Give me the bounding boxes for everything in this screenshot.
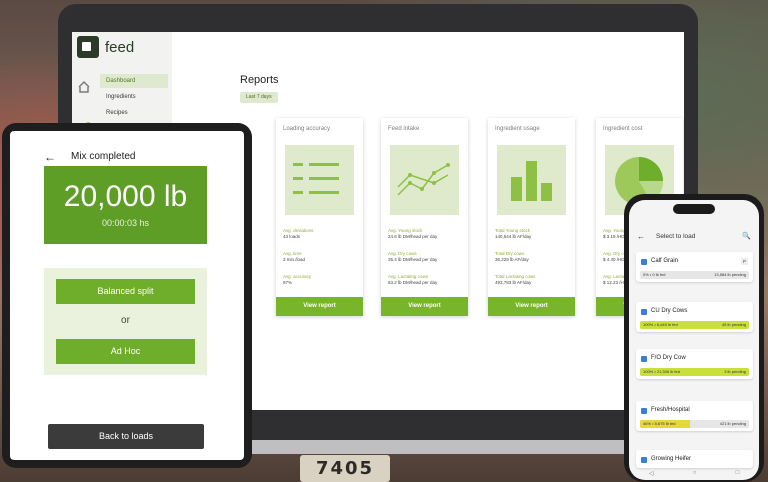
nav-item-recipes[interactable]: Recipes xyxy=(100,106,168,120)
load-item[interactable]: Calf Grain P 0% • 0 lb fed 13,584 lb pen… xyxy=(636,252,753,282)
tablet: ← Mix completed 20,000 lb 00:00:03 hs Ba… xyxy=(2,123,252,468)
fed-amount: 100% • 21,306 lb fed xyxy=(643,369,680,374)
nav-list: Dashboard Ingredients Recipes xyxy=(100,74,168,122)
phone-screen: ← Select to load 🔍 Calf Grain P 0% • 0 l… xyxy=(629,200,759,480)
report-card-feed-intake: Feed intake Avg. Young stock 24.6 lb DM/h… xyxy=(381,118,468,316)
load-name: Calf Grain xyxy=(651,258,679,264)
load-item[interactable]: Fresh/Hospital 46% • 5,675 lb fed 421 lb… xyxy=(636,401,753,431)
report-card-loading-accuracy: Loading accuracy Avg. deviations 43 loads… xyxy=(276,118,363,316)
card-metric: Avg. time 3 min./load xyxy=(283,251,306,262)
phone-header: ← Select to load 🔍 xyxy=(629,230,759,246)
checkbox-icon[interactable] xyxy=(641,309,647,315)
checkbox-icon[interactable] xyxy=(641,356,647,362)
load-name: CU Dry Cows xyxy=(651,308,688,314)
background-plate: 7405 xyxy=(300,455,390,482)
card-title: Loading accuracy xyxy=(283,126,331,132)
card-metric: Avg. accuracy 97% xyxy=(283,274,312,285)
weight-display: 20,000 lb 00:00:03 hs xyxy=(44,166,207,244)
list-chart-icon xyxy=(285,145,354,215)
fed-amount: 0% • 0 lb fed xyxy=(643,272,666,277)
progress-bar: 46% • 5,675 lb fed 421 lb pending xyxy=(640,420,749,428)
pending-amount: 45 lb pending xyxy=(721,322,746,327)
view-report-button[interactable]: View report xyxy=(381,297,468,316)
card-metric: Avg. deviations 43 loads xyxy=(283,228,314,239)
load-name: F/O Dry Cow xyxy=(651,355,686,361)
nav-item-ingredients[interactable]: Ingredients xyxy=(100,90,168,104)
checkbox-icon[interactable] xyxy=(641,457,647,463)
nav-item-dashboard[interactable]: Dashboard xyxy=(100,74,168,88)
card-title: Feed intake xyxy=(388,126,420,132)
card-metric: Avg. Lactating cows 53.2 lb DM/head per d… xyxy=(388,274,438,285)
card-title: Ingredient usage xyxy=(495,126,540,132)
weight-value: 20,000 lb xyxy=(63,180,188,213)
card-metric: Total Young stock 140,544 lb AF/day xyxy=(495,228,532,239)
nav-home-icon[interactable]: ○ xyxy=(693,470,697,476)
back-arrow-icon[interactable]: ← xyxy=(44,150,56,164)
card-metric: Total Dry cows 36,229 lb AF/day xyxy=(495,251,529,262)
ad-hoc-button[interactable]: Ad Hoc xyxy=(56,339,195,364)
load-item[interactable]: CU Dry Cows 100% • 6,645 lb fed 45 lb pe… xyxy=(636,302,753,332)
load-item[interactable]: F/O Dry Cow 100% • 21,306 lb fed 3 lb pe… xyxy=(636,349,753,379)
phone: ← Select to load 🔍 Calf Grain P 0% • 0 l… xyxy=(624,194,764,482)
checkbox-icon[interactable] xyxy=(641,259,647,265)
card-title: Ingredient cost xyxy=(603,126,643,132)
home-icon[interactable] xyxy=(77,80,91,94)
fed-amount: 46% • 5,675 lb fed xyxy=(643,421,676,426)
view-report-button[interactable]: View report xyxy=(276,297,363,316)
tablet-screen: ← Mix completed 20,000 lb 00:00:03 hs Ba… xyxy=(10,131,244,460)
split-choice-panel: Balanced split or Ad Hoc xyxy=(44,268,207,375)
card-metric: Total Lactating cows 493,783 lb AF/day xyxy=(495,274,536,285)
line-chart-icon xyxy=(390,145,459,215)
back-arrow-icon[interactable]: ← xyxy=(637,232,645,241)
brand: feed xyxy=(77,36,134,58)
progress-bar: 100% • 21,306 lb fed 3 lb pending xyxy=(640,368,749,376)
search-icon[interactable]: 🔍 xyxy=(742,232,751,240)
fed-amount: 100% • 6,645 lb fed xyxy=(643,322,678,327)
phone-nav-bar: ◁ ○ □ xyxy=(629,466,759,480)
pending-amount: 3 lb pending xyxy=(724,369,746,374)
pending-amount: 13,584 lb pending xyxy=(714,272,746,277)
nav-back-icon[interactable]: ◁ xyxy=(649,470,654,477)
card-metric: Avg. Young stock 24.6 lb DM/head per day xyxy=(388,228,438,239)
feed-logo-icon xyxy=(77,36,99,58)
load-tag: P xyxy=(740,258,748,265)
balanced-split-button[interactable]: Balanced split xyxy=(56,279,195,304)
page-title: Reports xyxy=(240,74,279,86)
date-range-chip[interactable]: Last 7 days xyxy=(240,92,278,103)
nav-recents-icon[interactable]: □ xyxy=(736,470,740,476)
pending-amount: 421 lb pending xyxy=(719,421,746,426)
checkbox-icon[interactable] xyxy=(641,408,647,414)
card-metric: Avg. Dry cows 35.4 lb DM/head per day xyxy=(388,251,438,262)
screen-title: Mix completed xyxy=(71,151,136,162)
view-report-button[interactable]: View report xyxy=(488,297,575,316)
back-to-loads-button[interactable]: Back to loads xyxy=(48,424,204,449)
brand-name: feed xyxy=(105,38,135,56)
report-card-ingredient-usage: Ingredient usage Total Young stock 140,54… xyxy=(488,118,575,316)
screen-title: Select to load xyxy=(656,233,696,240)
bar-chart-icon xyxy=(497,145,566,215)
load-name: Fresh/Hospital xyxy=(651,407,690,413)
or-label: or xyxy=(121,315,130,326)
load-name: Growing Heifer xyxy=(651,456,692,462)
phone-notch xyxy=(673,204,715,214)
progress-bar: 0% • 0 lb fed 13,584 lb pending xyxy=(640,271,749,279)
progress-bar: 100% • 6,645 lb fed 45 lb pending xyxy=(640,321,749,329)
elapsed-time: 00:00:03 hs xyxy=(101,218,150,228)
